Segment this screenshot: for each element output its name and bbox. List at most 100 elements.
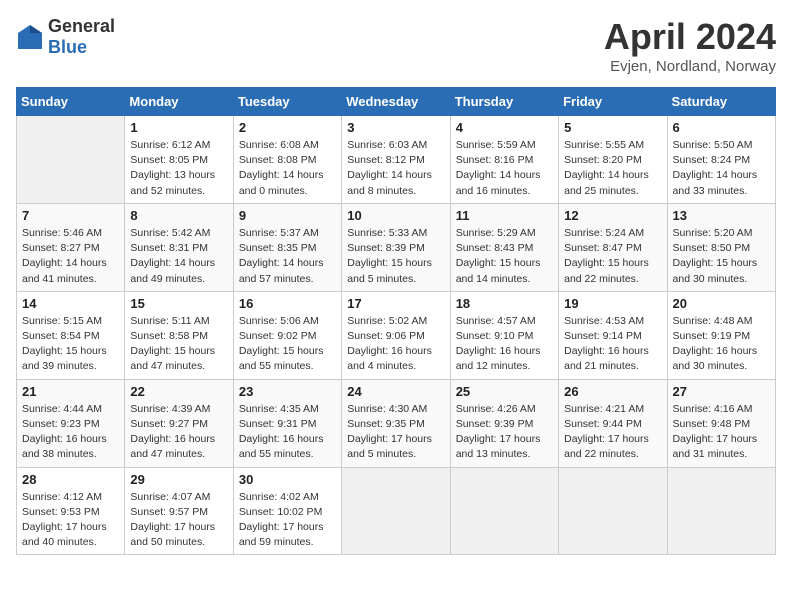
logo-general-text: General xyxy=(48,16,115,36)
weekday-header-thursday: Thursday xyxy=(450,88,558,116)
day-info: Sunrise: 5:33 AM Sunset: 8:39 PM Dayligh… xyxy=(347,226,444,287)
calendar-cell: 4 Sunrise: 5:59 AM Sunset: 8:16 PM Daylig… xyxy=(450,116,558,204)
day-number: 27 xyxy=(673,384,770,399)
calendar-cell: 2Sunrise: 6:08 AM Sunset: 8:08 PM Daylig… xyxy=(233,116,341,204)
calendar-body: 1 Sunrise: 6:12 AM Sunset: 8:05 PM Daylig… xyxy=(17,116,776,555)
day-number: 8 xyxy=(130,208,227,223)
day-info: Sunrise: 4:35 AM Sunset: 9:31 PM Dayligh… xyxy=(239,402,336,463)
day-info: Sunrise: 5:11 AM Sunset: 8:58 PM Dayligh… xyxy=(130,314,227,375)
day-number: 11 xyxy=(456,208,553,223)
weekday-header-row: SundayMondayTuesdayWednesdayThursdayFrid… xyxy=(17,88,776,116)
day-number: 29 xyxy=(130,472,227,487)
calendar-cell: 30 Sunrise: 4:02 AM Sunset: 10:02 PM Dayl… xyxy=(233,467,341,555)
day-info: Sunrise: 4:48 AM Sunset: 9:19 PM Dayligh… xyxy=(673,314,770,375)
calendar-cell: 24 Sunrise: 4:30 AM Sunset: 9:35 PM Dayli… xyxy=(342,379,450,467)
day-info: Sunrise: 5:42 AM Sunset: 8:31 PM Dayligh… xyxy=(130,226,227,287)
day-info: Sunrise: 4:07 AM Sunset: 9:57 PM Dayligh… xyxy=(130,490,227,551)
weekday-header-sunday: Sunday xyxy=(17,88,125,116)
day-number: 25 xyxy=(456,384,553,399)
day-info: Sunrise: 4:39 AM Sunset: 9:27 PM Dayligh… xyxy=(130,402,227,463)
calendar-cell: 28 Sunrise: 4:12 AM Sunset: 9:53 PM Dayli… xyxy=(17,467,125,555)
day-info: Sunrise: 5:59 AM Sunset: 8:16 PM Dayligh… xyxy=(456,138,553,199)
calendar-week-row: 21 Sunrise: 4:44 AM Sunset: 9:23 PM Dayli… xyxy=(17,379,776,467)
day-info: Sunrise: 5:50 AM Sunset: 8:24 PM Dayligh… xyxy=(673,138,770,199)
calendar-cell: 9 Sunrise: 5:37 AM Sunset: 8:35 PM Daylig… xyxy=(233,203,341,291)
location-label: Evjen, Nordland, Norway xyxy=(604,58,776,75)
day-number: 21 xyxy=(22,384,119,399)
weekday-header-tuesday: Tuesday xyxy=(233,88,341,116)
day-info: Sunrise: 5:37 AM Sunset: 8:35 PM Dayligh… xyxy=(239,226,336,287)
day-number: 7 xyxy=(22,208,119,223)
calendar-cell xyxy=(342,467,450,555)
calendar-cell xyxy=(17,116,125,204)
calendar-cell: 17 Sunrise: 5:02 AM Sunset: 9:06 PM Dayli… xyxy=(342,291,450,379)
day-number: 15 xyxy=(130,296,227,311)
calendar-cell: 12Sunrise: 5:24 AM Sunset: 8:47 PM Dayli… xyxy=(559,203,667,291)
day-number: 1 xyxy=(130,120,227,135)
title-block: April 2024 Evjen, Nordland, Norway xyxy=(604,16,776,75)
calendar-cell: 19Sunrise: 4:53 AM Sunset: 9:14 PM Dayli… xyxy=(559,291,667,379)
logo: General Blue xyxy=(16,16,115,58)
day-info: Sunrise: 4:12 AM Sunset: 9:53 PM Dayligh… xyxy=(22,490,119,551)
calendar-cell: 6 Sunrise: 5:50 AM Sunset: 8:24 PM Daylig… xyxy=(667,116,775,204)
day-number: 22 xyxy=(130,384,227,399)
day-info: Sunrise: 4:21 AM Sunset: 9:44 PM Dayligh… xyxy=(564,402,661,463)
calendar-cell: 13Sunrise: 5:20 AM Sunset: 8:50 PM Dayli… xyxy=(667,203,775,291)
calendar-cell: 5 Sunrise: 5:55 AM Sunset: 8:20 PM Daylig… xyxy=(559,116,667,204)
day-number: 30 xyxy=(239,472,336,487)
calendar-cell: 14 Sunrise: 5:15 AM Sunset: 8:54 PM Dayli… xyxy=(17,291,125,379)
day-number: 5 xyxy=(564,120,661,135)
calendar-cell: 10 Sunrise: 5:33 AM Sunset: 8:39 PM Dayli… xyxy=(342,203,450,291)
calendar-table: SundayMondayTuesdayWednesdayThursdayFrid… xyxy=(16,87,776,555)
day-info: Sunrise: 6:08 AM Sunset: 8:08 PM Dayligh… xyxy=(239,138,336,199)
day-info: Sunrise: 5:55 AM Sunset: 8:20 PM Dayligh… xyxy=(564,138,661,199)
calendar-cell: 8 Sunrise: 5:42 AM Sunset: 8:31 PM Daylig… xyxy=(125,203,233,291)
calendar-week-row: 7 Sunrise: 5:46 AM Sunset: 8:27 PM Daylig… xyxy=(17,203,776,291)
day-info: Sunrise: 4:44 AM Sunset: 9:23 PM Dayligh… xyxy=(22,402,119,463)
day-number: 10 xyxy=(347,208,444,223)
day-number: 17 xyxy=(347,296,444,311)
calendar-cell: 1 Sunrise: 6:12 AM Sunset: 8:05 PM Daylig… xyxy=(125,116,233,204)
weekday-header-monday: Monday xyxy=(125,88,233,116)
calendar-week-row: 28 Sunrise: 4:12 AM Sunset: 9:53 PM Dayli… xyxy=(17,467,776,555)
day-number: 18 xyxy=(456,296,553,311)
day-number: 28 xyxy=(22,472,119,487)
calendar-cell: 25Sunrise: 4:26 AM Sunset: 9:39 PM Dayli… xyxy=(450,379,558,467)
calendar-cell: 22 Sunrise: 4:39 AM Sunset: 9:27 PM Dayli… xyxy=(125,379,233,467)
day-info: Sunrise: 5:15 AM Sunset: 8:54 PM Dayligh… xyxy=(22,314,119,375)
day-info: Sunrise: 4:02 AM Sunset: 10:02 PM Daylig… xyxy=(239,490,336,551)
day-info: Sunrise: 5:24 AM Sunset: 8:47 PM Dayligh… xyxy=(564,226,661,287)
day-info: Sunrise: 5:46 AM Sunset: 8:27 PM Dayligh… xyxy=(22,226,119,287)
calendar-cell: 3Sunrise: 6:03 AM Sunset: 8:12 PM Daylig… xyxy=(342,116,450,204)
day-number: 14 xyxy=(22,296,119,311)
day-number: 24 xyxy=(347,384,444,399)
calendar-header: SundayMondayTuesdayWednesdayThursdayFrid… xyxy=(17,88,776,116)
day-info: Sunrise: 6:12 AM Sunset: 8:05 PM Dayligh… xyxy=(130,138,227,199)
calendar-cell xyxy=(450,467,558,555)
day-info: Sunrise: 4:30 AM Sunset: 9:35 PM Dayligh… xyxy=(347,402,444,463)
calendar-cell: 11 Sunrise: 5:29 AM Sunset: 8:43 PM Dayli… xyxy=(450,203,558,291)
day-number: 6 xyxy=(673,120,770,135)
day-number: 19 xyxy=(564,296,661,311)
calendar-cell: 27 Sunrise: 4:16 AM Sunset: 9:48 PM Dayli… xyxy=(667,379,775,467)
weekday-header-wednesday: Wednesday xyxy=(342,88,450,116)
day-info: Sunrise: 5:20 AM Sunset: 8:50 PM Dayligh… xyxy=(673,226,770,287)
calendar-cell xyxy=(559,467,667,555)
day-number: 9 xyxy=(239,208,336,223)
page-header: General Blue April 2024 Evjen, Nordland,… xyxy=(16,16,776,75)
day-info: Sunrise: 5:06 AM Sunset: 9:02 PM Dayligh… xyxy=(239,314,336,375)
day-number: 20 xyxy=(673,296,770,311)
day-number: 4 xyxy=(456,120,553,135)
calendar-cell: 7 Sunrise: 5:46 AM Sunset: 8:27 PM Daylig… xyxy=(17,203,125,291)
month-title: April 2024 xyxy=(604,16,776,58)
weekday-header-friday: Friday xyxy=(559,88,667,116)
calendar-cell xyxy=(667,467,775,555)
day-info: Sunrise: 5:29 AM Sunset: 8:43 PM Dayligh… xyxy=(456,226,553,287)
day-number: 26 xyxy=(564,384,661,399)
day-info: Sunrise: 4:16 AM Sunset: 9:48 PM Dayligh… xyxy=(673,402,770,463)
day-info: Sunrise: 5:02 AM Sunset: 9:06 PM Dayligh… xyxy=(347,314,444,375)
calendar-cell: 15 Sunrise: 5:11 AM Sunset: 8:58 PM Dayli… xyxy=(125,291,233,379)
calendar-cell: 18Sunrise: 4:57 AM Sunset: 9:10 PM Dayli… xyxy=(450,291,558,379)
calendar-week-row: 14 Sunrise: 5:15 AM Sunset: 8:54 PM Dayli… xyxy=(17,291,776,379)
weekday-header-saturday: Saturday xyxy=(667,88,775,116)
